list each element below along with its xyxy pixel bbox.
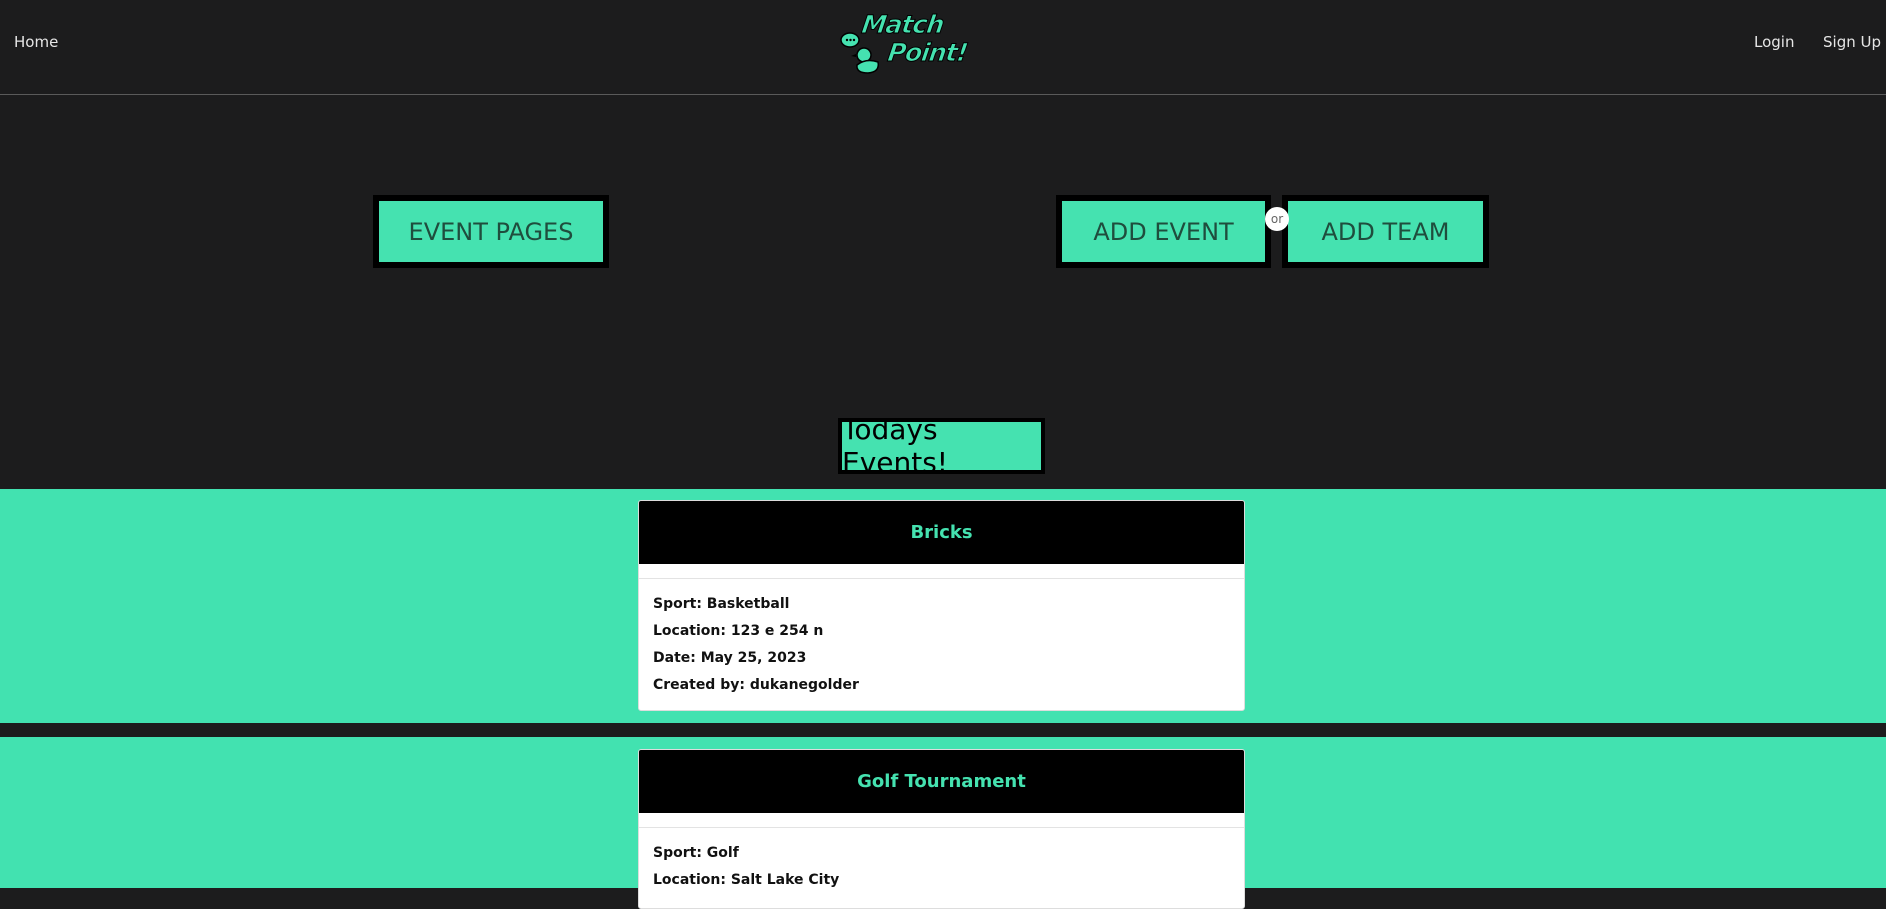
card-divider	[639, 813, 1244, 828]
event-card[interactable]: Bricks Sport: Basketball Location: 123 e…	[638, 500, 1245, 711]
event-card-title: Golf Tournament	[639, 750, 1244, 813]
nav-login-link[interactable]: Login	[1754, 33, 1794, 51]
event-card-title: Bricks	[639, 501, 1244, 564]
event-pages-button[interactable]: EVENT PAGES	[373, 195, 609, 268]
add-event-button[interactable]: ADD EVENT	[1056, 195, 1271, 268]
nav-signup-link[interactable]: Sign Up	[1823, 33, 1881, 51]
event-card[interactable]: Golf Tournament Sport: Golf Location: Sa…	[638, 749, 1245, 909]
event-sport: Sport: Golf	[653, 845, 739, 861]
logo-text-point: Point!	[885, 38, 970, 68]
event-created-by: Created by: dukanegolder	[653, 677, 859, 693]
navbar: Home Match Point! Login Sign Up	[0, 0, 1886, 95]
event-sport: Sport: Basketball	[653, 596, 790, 612]
event-location: Location: Salt Lake City	[653, 872, 840, 888]
card-divider	[639, 564, 1244, 579]
todays-events-title: Todays Events!	[838, 413, 1045, 479]
match-point-logo[interactable]: Match Point!	[838, 10, 970, 76]
nav-home-link[interactable]: Home	[14, 33, 58, 51]
add-team-button[interactable]: ADD TEAM	[1282, 195, 1489, 268]
or-badge: or	[1265, 207, 1289, 231]
event-date: Date: May 25, 2023	[653, 650, 807, 666]
logo-text-match: Match	[859, 10, 946, 40]
event-location: Location: 123 e 254 n	[653, 623, 824, 639]
